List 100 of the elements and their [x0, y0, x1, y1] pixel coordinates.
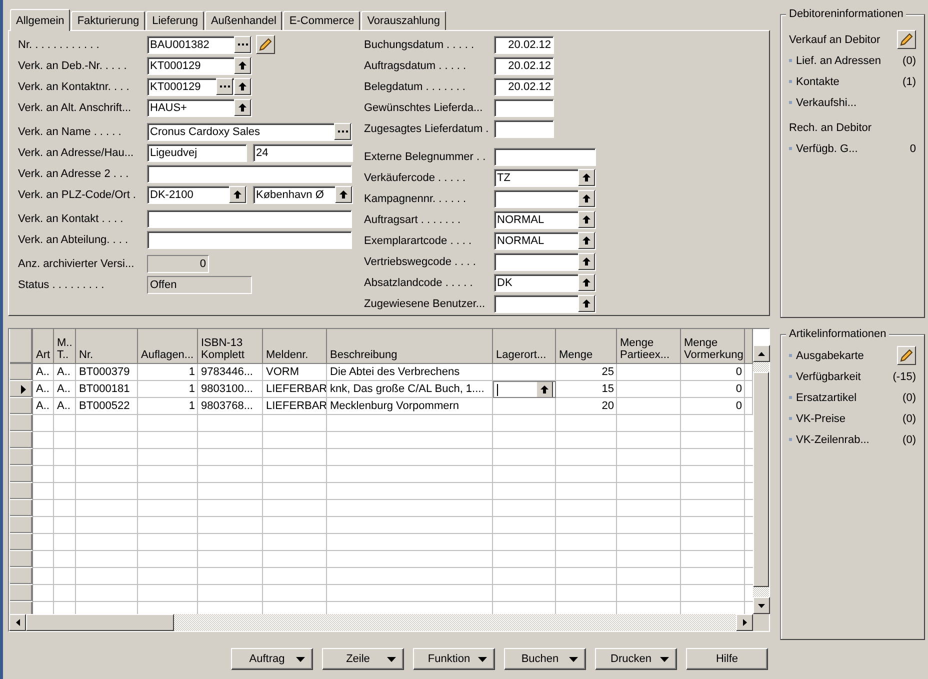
lookup-button[interactable]: [578, 232, 595, 249]
column-header[interactable]: Menge: [556, 329, 617, 364]
assist-button[interactable]: [334, 123, 351, 140]
input-field[interactable]: KT000129: [147, 56, 252, 74]
scroll-thumb[interactable]: [753, 372, 769, 587]
input-field[interactable]: DK-2100: [147, 186, 247, 204]
lookup-button[interactable]: [578, 295, 595, 312]
up-arrow-icon: [582, 194, 591, 203]
field-label: Externe Belegnummer . .: [364, 150, 487, 162]
info-link[interactable]: Lief. an Adressen: [796, 54, 882, 66]
assist-button[interactable]: [234, 36, 251, 53]
info-link[interactable]: Verfügb. G...: [796, 142, 858, 154]
column-header[interactable]: M.. T..: [54, 329, 76, 364]
vertical-scrollbar[interactable]: [753, 345, 769, 614]
field-label: Vertriebswegcode . . . .: [364, 256, 477, 268]
input-field[interactable]: HAUS+: [147, 98, 252, 116]
dropdown-icon: [387, 656, 396, 662]
column-header[interactable]: Meldenr.: [263, 329, 327, 364]
edit-button[interactable]: [256, 35, 275, 54]
input-field[interactable]: København Ø: [253, 186, 353, 204]
table-cell: 0: [681, 381, 745, 398]
row-selector[interactable]: [10, 381, 33, 398]
input-field[interactable]: 20.02.12: [494, 78, 554, 96]
tab[interactable]: Außenhandel: [204, 11, 282, 30]
input-field[interactable]: 20.02.12: [494, 36, 554, 54]
input-field[interactable]: NORMAL: [494, 210, 596, 228]
action-button[interactable]: Zeile: [322, 648, 404, 670]
left-triangle-icon: [16, 619, 20, 626]
input-field[interactable]: Cronus Cardoxy Sales: [147, 122, 352, 140]
input-field[interactable]: [494, 294, 596, 312]
input-field[interactable]: [147, 164, 352, 182]
column-header[interactable]: Menge Vormerkung: [681, 329, 745, 364]
action-button[interactable]: Funktion: [413, 648, 495, 670]
table-cell: A..: [33, 381, 54, 398]
column-header[interactable]: Beschreibung: [327, 329, 493, 364]
input-field[interactable]: DK: [494, 274, 596, 292]
table-cell-editor[interactable]: [493, 381, 556, 398]
edit-button[interactable]: [897, 346, 916, 365]
input-field[interactable]: Ligeudvej: [147, 144, 247, 162]
tab[interactable]: Allgemein: [10, 9, 70, 31]
lookup-button[interactable]: [536, 382, 553, 397]
lookup-button[interactable]: [578, 190, 595, 207]
input-field[interactable]: BAU001382: [147, 36, 252, 54]
column-header[interactable]: Auflagen...: [138, 329, 198, 364]
column-header[interactable]: Nr.: [76, 329, 138, 364]
input-field[interactable]: TZ: [494, 168, 596, 186]
action-button[interactable]: Auftrag: [231, 648, 313, 670]
input-field[interactable]: [494, 98, 554, 116]
lookup-button[interactable]: [229, 186, 246, 203]
input-field[interactable]: [494, 252, 596, 270]
field-label: Buchungsdatum . . . . .: [364, 38, 476, 50]
lookup-button[interactable]: [234, 78, 251, 95]
scroll-left-button[interactable]: [9, 614, 26, 631]
info-link[interactable]: Verkaufshi...: [796, 96, 857, 108]
lookup-button[interactable]: [578, 211, 595, 228]
bullet-icon: [789, 80, 792, 83]
tab[interactable]: Lieferung: [146, 11, 204, 30]
lookup-button[interactable]: [335, 186, 352, 203]
action-button[interactable]: Hilfe: [686, 648, 768, 670]
info-link[interactable]: VK-Zeilenrab...: [796, 434, 870, 446]
column-header[interactable]: ISBN-13 Komplett: [198, 329, 263, 364]
info-link[interactable]: Ausgabekarte: [796, 350, 864, 362]
ellipsis-icon: [238, 43, 248, 46]
scroll-down-button[interactable]: [753, 597, 770, 614]
input-field[interactable]: KT000129: [147, 78, 252, 96]
lookup-button[interactable]: [578, 274, 595, 291]
action-button[interactable]: Drucken: [595, 648, 677, 670]
info-link[interactable]: Ersatzartikel: [796, 392, 857, 404]
input-field[interactable]: 20.02.12: [494, 56, 554, 74]
info-link[interactable]: VK-Preise: [796, 412, 846, 424]
scroll-thumb[interactable]: [26, 614, 174, 631]
assist-button[interactable]: [216, 78, 233, 95]
scroll-right-button[interactable]: [736, 614, 753, 631]
info-link[interactable]: Kontakte: [796, 76, 840, 88]
input-field[interactable]: [494, 120, 554, 138]
column-header[interactable]: Menge Partieex...: [617, 329, 681, 364]
info-link[interactable]: Verfügbarkeit: [796, 370, 861, 382]
input-field[interactable]: NORMAL: [494, 232, 596, 250]
bullet-icon: [789, 59, 792, 62]
scroll-up-button[interactable]: [753, 345, 770, 362]
field-label: Verk. an Deb.-Nr. . . . .: [18, 60, 128, 72]
lookup-button[interactable]: [234, 99, 251, 116]
action-button[interactable]: Buchen: [504, 648, 586, 670]
lookup-button[interactable]: [578, 169, 595, 186]
horizontal-scrollbar[interactable]: [9, 614, 753, 631]
lookup-button[interactable]: [234, 57, 251, 74]
input-field[interactable]: [494, 190, 596, 208]
input-field[interactable]: 24: [253, 144, 353, 162]
column-header[interactable]: Lagerort...: [493, 329, 556, 364]
tab[interactable]: Vorauszahlung: [361, 11, 446, 30]
dropdown-icon: [478, 656, 487, 662]
tab[interactable]: E-Commerce: [283, 11, 360, 30]
input-field[interactable]: [494, 148, 596, 166]
column-header[interactable]: Art: [33, 329, 54, 364]
input-field[interactable]: [147, 210, 352, 228]
input-field[interactable]: [147, 230, 352, 248]
lookup-button[interactable]: [578, 253, 595, 270]
edit-button[interactable]: [897, 30, 916, 49]
table-cell: 25: [556, 364, 617, 381]
tab[interactable]: Fakturierung: [71, 11, 146, 30]
